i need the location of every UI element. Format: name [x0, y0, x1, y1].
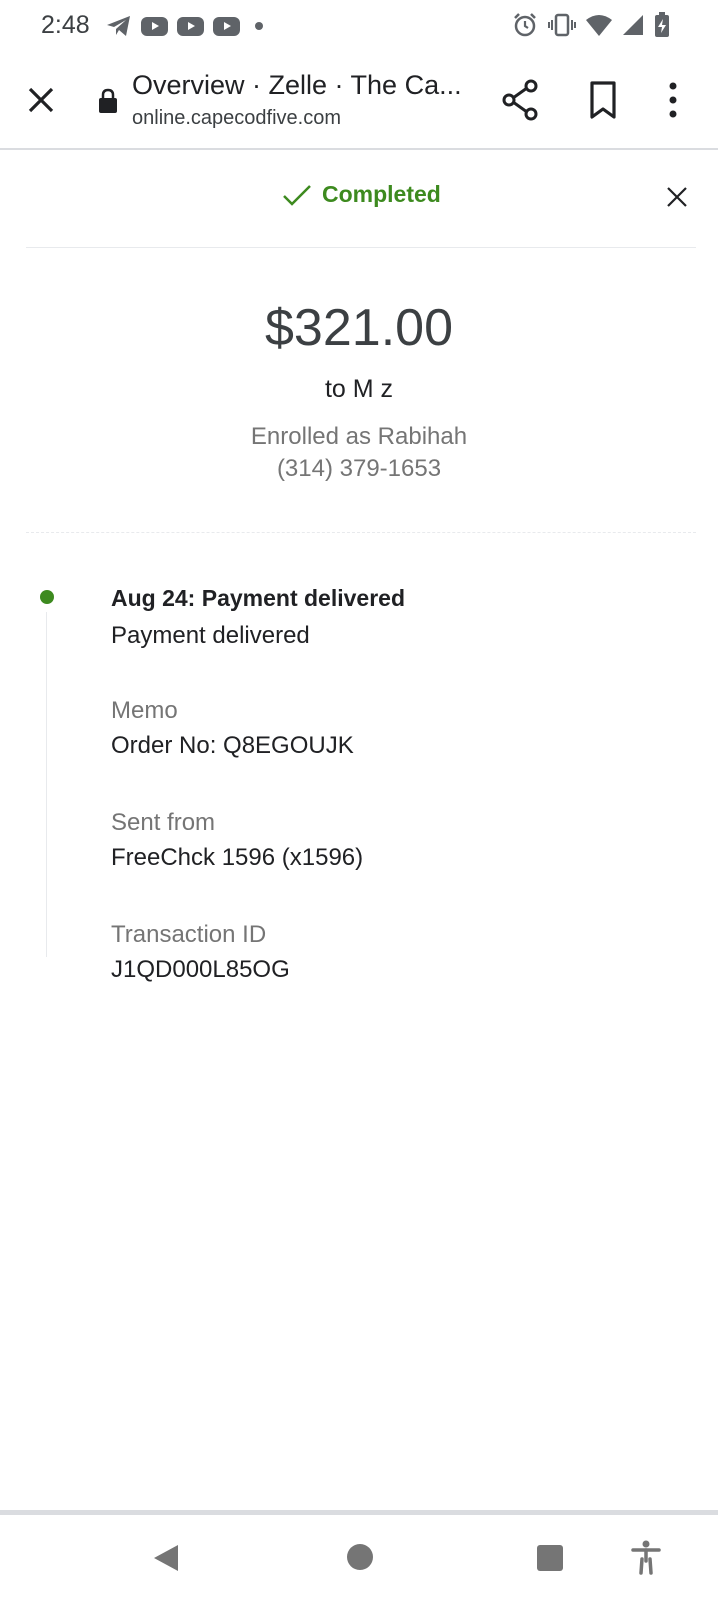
accessibility-icon[interactable] — [630, 1539, 662, 1575]
recipient-phone: (314) 379-1653 — [276, 455, 442, 482]
signal-icon — [623, 15, 643, 35]
enrolled-as: Enrolled as Rabihah — [250, 423, 468, 450]
youtube-icon — [141, 16, 168, 36]
timeline-description: Payment delivered — [111, 622, 310, 649]
memo-value: Order No: Q8EGOUJK — [111, 732, 354, 759]
checkmark-icon — [283, 184, 311, 206]
system-icons — [512, 12, 670, 38]
completed-status: Completed — [282, 181, 441, 208]
memo-label: Memo — [111, 697, 178, 724]
browser-toolbar: Overview · Zelle · The Ca... online.cape… — [0, 50, 718, 150]
status-time: 2:48 — [41, 11, 90, 39]
more-vert-icon[interactable] — [666, 80, 680, 120]
recipient-name: to M z — [324, 375, 394, 403]
vibrate-icon — [548, 13, 576, 37]
sent-from-label: Sent from — [111, 809, 216, 836]
alarm-icon — [514, 13, 536, 37]
transaction-id-label: Transaction ID — [111, 921, 267, 948]
timeline-heading: Aug 24: Payment delivered — [111, 585, 405, 611]
lock-icon[interactable] — [97, 88, 119, 114]
status-header: Completed — [26, 150, 696, 248]
transaction-id-value: J1QD000L85OG — [111, 956, 290, 983]
youtube-icon — [177, 16, 204, 36]
back-icon[interactable] — [152, 1543, 180, 1573]
share-icon[interactable] — [500, 78, 540, 122]
page-url[interactable]: online.capecodfive.com — [132, 107, 341, 130]
section-divider — [26, 532, 696, 533]
wifi-icon — [586, 15, 612, 36]
timeline-dot — [40, 590, 54, 604]
timeline-line — [46, 612, 47, 957]
notification-icons — [106, 14, 263, 38]
payment-amount: $321.00 — [265, 299, 453, 357]
system-nav-bar — [0, 1515, 718, 1597]
status-bar: 2:48 — [0, 0, 718, 50]
sent-from-value: FreeChck 1596 (x1596) — [111, 844, 364, 871]
recents-icon[interactable] — [537, 1545, 563, 1571]
youtube-icon — [213, 16, 240, 36]
dialog-close-icon[interactable] — [665, 185, 689, 209]
completed-label: Completed — [322, 181, 441, 207]
close-icon[interactable] — [24, 83, 58, 117]
home-icon[interactable] — [347, 1544, 373, 1570]
battery-charging-icon — [655, 12, 669, 37]
bookmark-icon[interactable] — [586, 80, 620, 120]
telegram-icon — [107, 16, 130, 36]
more-notifications-dot-icon — [255, 22, 263, 30]
page-title[interactable]: Overview · Zelle · The Ca... — [132, 70, 462, 101]
